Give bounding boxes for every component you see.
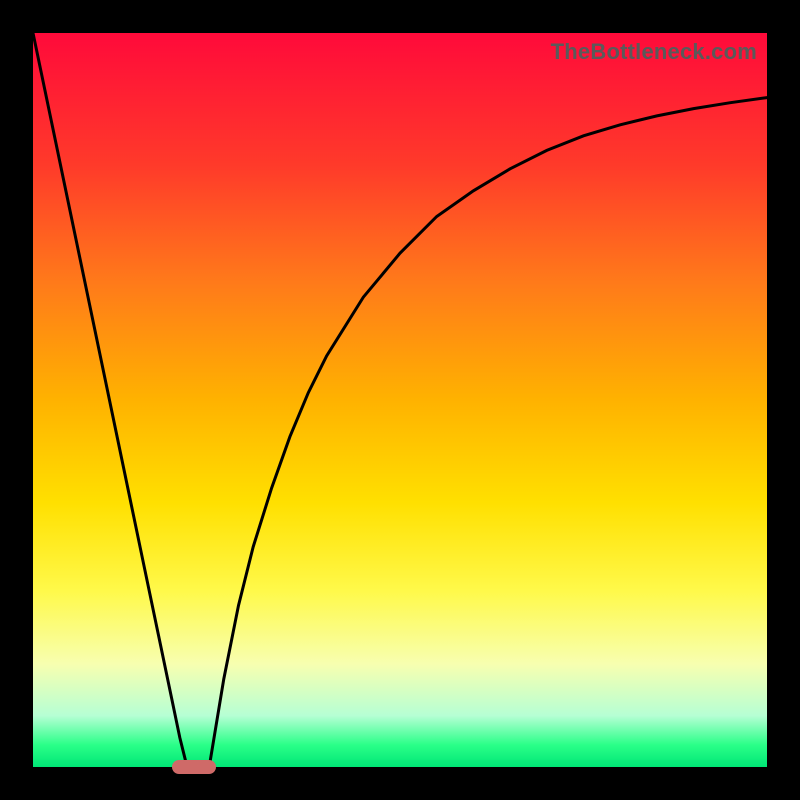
curve-left-arm xyxy=(33,33,187,767)
chart-frame: TheBottleneck.com xyxy=(0,0,800,800)
curve-layer xyxy=(33,33,767,767)
chart-plot-area: TheBottleneck.com xyxy=(33,33,767,767)
bottleneck-marker xyxy=(172,760,216,774)
curve-right-arm xyxy=(209,98,767,767)
